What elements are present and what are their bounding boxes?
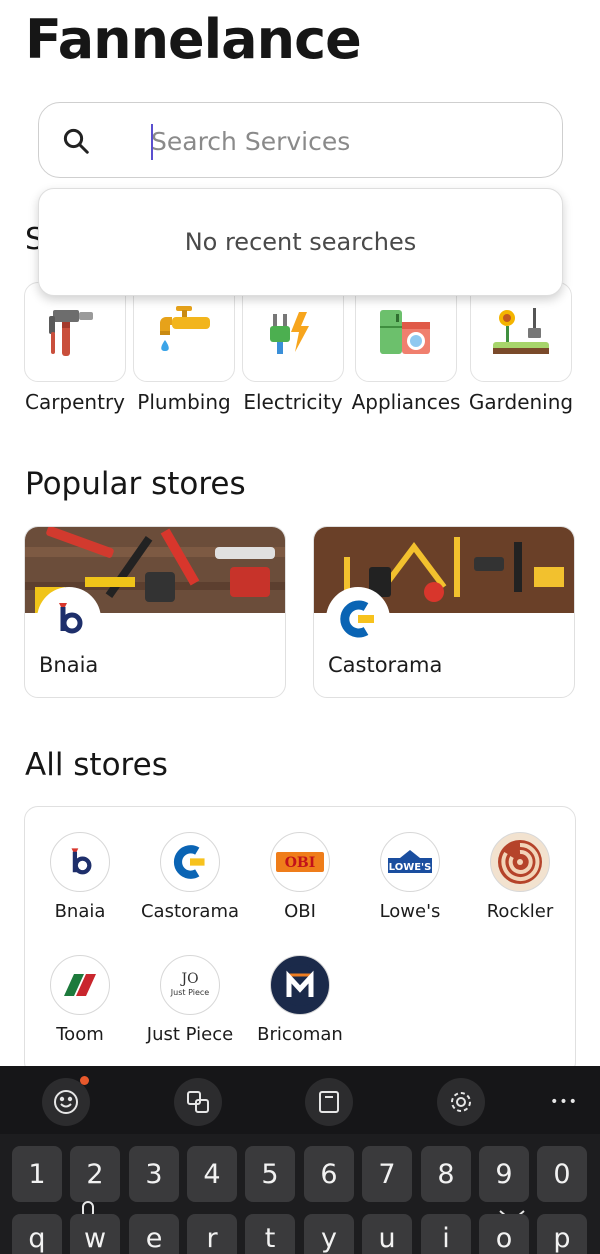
category-label: Plumbing <box>137 390 231 414</box>
key-7[interactable]: 7 <box>362 1146 412 1202</box>
letter-row: q w e r t y u i o p <box>0 1214 600 1254</box>
store-name: Just Piece <box>146 1024 234 1045</box>
key-w[interactable]: w <box>70 1214 120 1254</box>
gardening-icon <box>493 308 549 354</box>
toom-logo <box>50 955 110 1015</box>
store-rockler[interactable]: Rockler <box>465 832 575 922</box>
key-q[interactable]: q <box>12 1214 62 1254</box>
keyboard-toolbar: ••• <box>0 1066 600 1134</box>
appliances-icon <box>380 310 430 354</box>
category-plumbing[interactable]: Plumbing <box>133 282 235 414</box>
key-5[interactable]: 5 <box>245 1146 295 1202</box>
popular-store-card-bnaia[interactable]: Bnaia <box>24 526 286 698</box>
lowes-logo: LOWE'S <box>380 832 440 892</box>
store-just-piece[interactable]: JO Just Piece Just Piece <box>135 955 245 1045</box>
key-t[interactable]: t <box>245 1214 295 1254</box>
key-8[interactable]: 8 <box>421 1146 471 1202</box>
category-gardening[interactable]: Gardening <box>469 282 573 414</box>
more-glyph: ••• <box>550 1094 578 1110</box>
store-obi[interactable]: OBI OBI <box>245 832 355 922</box>
on-screen-keyboard: ••• 1 2 3 4 5 6 7 8 9 0 q w e r t y u i … <box>0 1066 600 1254</box>
category-carpentry[interactable]: Carpentry <box>24 282 126 414</box>
store-name: Bricoman <box>257 1024 343 1045</box>
more-icon[interactable]: ••• <box>540 1078 588 1126</box>
bnaia-logo <box>39 589 99 649</box>
key-o[interactable]: o <box>479 1214 529 1254</box>
castorama-logo <box>328 589 388 649</box>
key-1[interactable]: 1 <box>12 1146 62 1202</box>
search-bar[interactable] <box>38 102 563 178</box>
recent-searches-dropdown: No recent searches <box>38 188 563 296</box>
store-bnaia[interactable]: Bnaia <box>25 832 135 922</box>
store-toom[interactable]: Toom <box>25 955 135 1045</box>
clipboard-icon[interactable] <box>305 1078 353 1126</box>
text-cursor <box>151 124 153 160</box>
store-name: Lowe's <box>379 901 441 922</box>
key-e[interactable]: e <box>129 1214 179 1254</box>
search-icon <box>63 128 89 154</box>
svg-text:OBI: OBI <box>285 855 316 871</box>
svg-text:Just Piece: Just Piece <box>170 988 209 997</box>
category-label: Appliances <box>351 390 461 414</box>
store-name: Castorama <box>328 653 443 677</box>
hammer-icon <box>49 310 93 356</box>
notification-dot <box>80 1076 89 1085</box>
popular-stores-title: Popular stores <box>25 466 246 502</box>
just-piece-logo: JO Just Piece <box>160 955 220 1015</box>
key-y[interactable]: y <box>304 1214 354 1254</box>
key-i[interactable]: i <box>421 1214 471 1254</box>
key-6[interactable]: 6 <box>304 1146 354 1202</box>
store-name: Rockler <box>486 901 554 922</box>
category-label: Electricity <box>243 390 343 414</box>
key-9[interactable]: 9 <box>479 1146 529 1202</box>
svg-text:JO: JO <box>179 971 198 987</box>
store-castorama[interactable]: Castorama <box>135 832 245 922</box>
svg-text:LOWE'S: LOWE'S <box>389 862 432 873</box>
search-input[interactable] <box>151 121 531 161</box>
service-categories: Carpentry Plumbing Electricity Appliance… <box>0 282 600 414</box>
all-stores-grid: Bnaia Castorama OBI OBI LOWE'S Lowe's Ro… <box>24 806 576 1076</box>
store-bricoman[interactable]: Bricoman <box>245 955 355 1045</box>
rockler-logo <box>490 832 550 892</box>
app-title: Fannelance <box>25 8 362 71</box>
plug-icon <box>270 312 309 354</box>
store-name: Castorama <box>140 901 240 922</box>
emoji-icon[interactable] <box>42 1078 90 1126</box>
store-name: Bnaia <box>54 901 106 922</box>
faucet-icon <box>160 306 210 351</box>
settings-icon[interactable] <box>437 1078 485 1126</box>
store-name: OBI <box>284 901 316 922</box>
store-name: Bnaia <box>39 653 99 677</box>
no-recent-text: No recent searches <box>184 228 417 256</box>
obi-logo: OBI <box>270 832 330 892</box>
category-label: Gardening <box>468 390 574 414</box>
category-electricity[interactable]: Electricity <box>242 282 344 414</box>
all-stores-title: All stores <box>25 747 168 783</box>
translate-icon[interactable] <box>174 1078 222 1126</box>
category-appliances[interactable]: Appliances <box>352 282 460 414</box>
store-name: Toom <box>56 1024 104 1045</box>
key-p[interactable]: p <box>537 1214 587 1254</box>
bricoman-logo <box>270 955 330 1015</box>
key-u[interactable]: u <box>362 1214 412 1254</box>
bnaia-logo <box>50 832 110 892</box>
key-4[interactable]: 4 <box>187 1146 237 1202</box>
key-3[interactable]: 3 <box>129 1146 179 1202</box>
category-label: Carpentry <box>24 390 126 414</box>
key-2[interactable]: 2 <box>70 1146 120 1202</box>
popular-store-card-castorama[interactable]: Castorama <box>313 526 575 698</box>
key-0[interactable]: 0 <box>537 1146 587 1202</box>
store-lowes[interactable]: LOWE'S Lowe's <box>355 832 465 922</box>
castorama-logo <box>160 832 220 892</box>
key-r[interactable]: r <box>187 1214 237 1254</box>
